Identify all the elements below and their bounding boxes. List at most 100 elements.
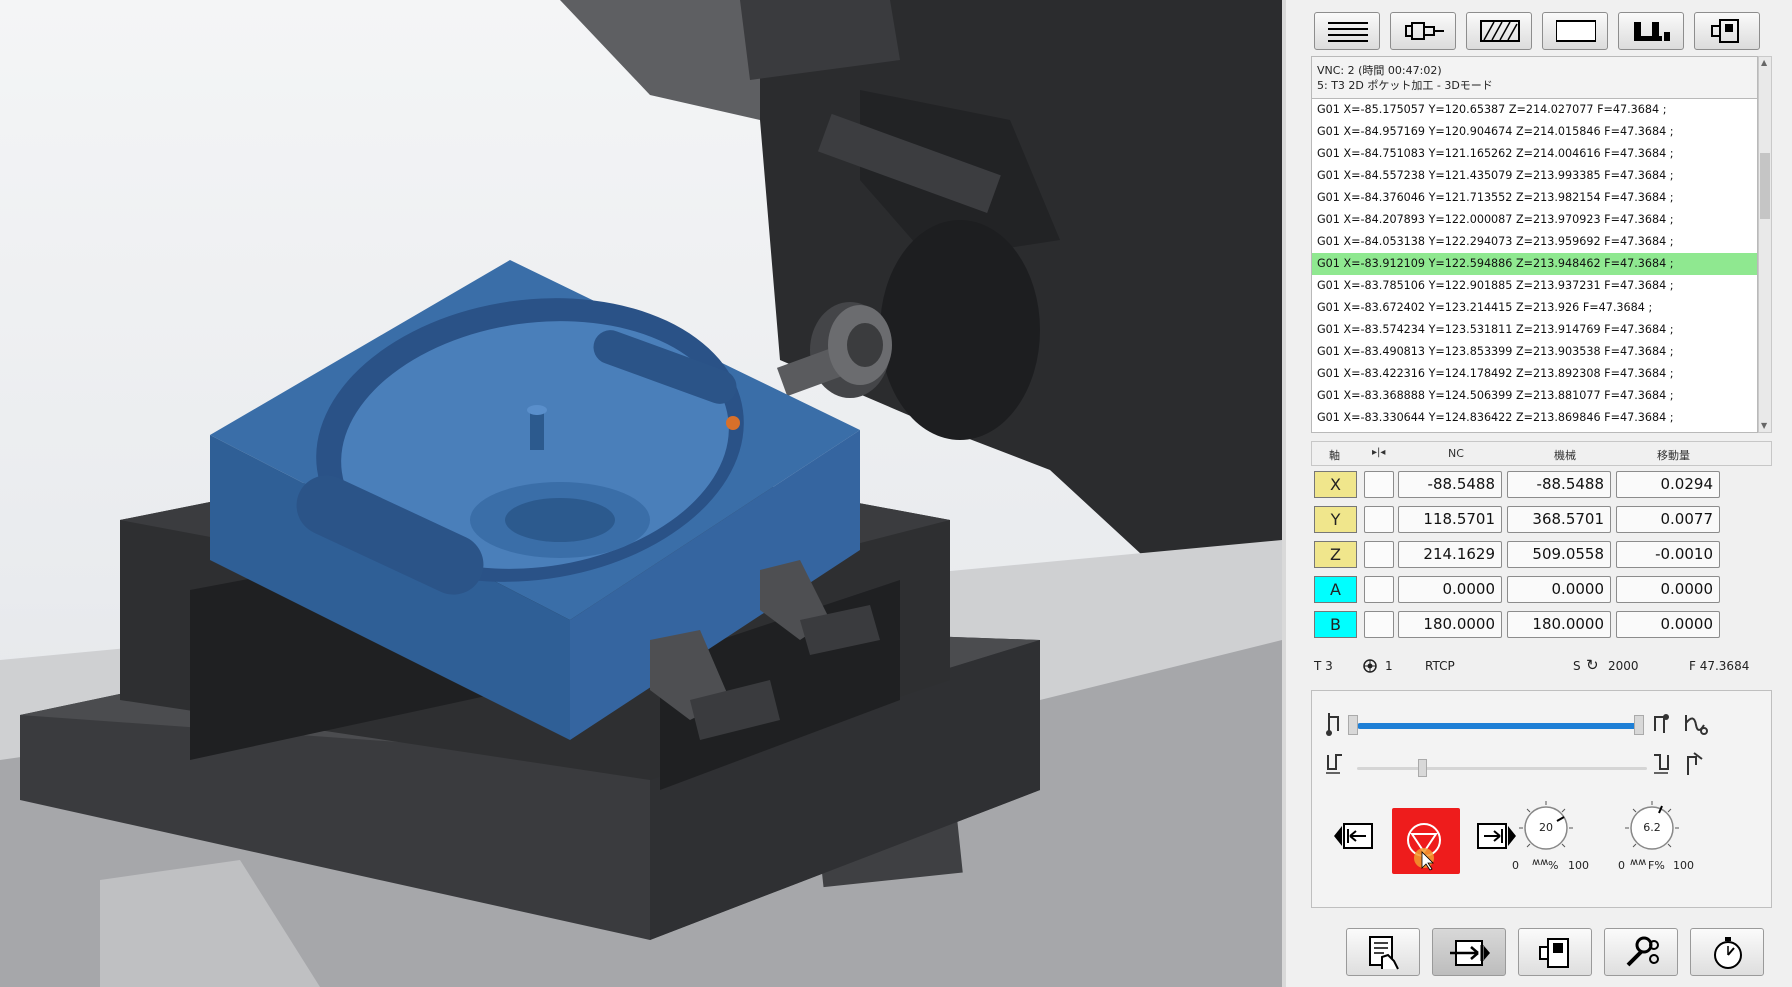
nc-line[interactable]: G01 X=-83.368888 Y=124.506399 Z=213.8810…	[1312, 385, 1757, 407]
work-offset-icon	[1363, 659, 1377, 676]
axis-row-b: B 180.0000 180.0000 0.0000	[1311, 606, 1772, 641]
nc-code-list[interactable]: G01 X=-85.175057 Y=120.65387 Z=214.02707…	[1311, 99, 1758, 433]
fixture-view-button[interactable]	[1618, 12, 1684, 50]
tool-holder-icon	[1405, 22, 1444, 40]
stock-view-button[interactable]	[1466, 12, 1532, 50]
scroll-up-icon[interactable]: ▲	[1761, 58, 1767, 67]
axis-row-x: X -88.5488 -88.5488 0.0294	[1311, 466, 1772, 501]
top-toolbar	[1314, 12, 1774, 52]
run-simulation-button[interactable]	[1432, 928, 1506, 976]
operation-name: 5: T3 2D ポケット加工 - 3Dモード	[1317, 79, 1493, 92]
axis-label[interactable]: Y	[1314, 506, 1357, 533]
speed-knob-max: 100	[1568, 859, 1589, 872]
progress-slider-end-handle[interactable]	[1634, 715, 1644, 735]
axis-table-header: 軸 ▸|◂ NC 機械 移動量	[1311, 441, 1772, 466]
axis-select-checkbox[interactable]	[1364, 506, 1394, 533]
nc-line[interactable]: G01 X=-83.490813 Y=123.853399 Z=213.9035…	[1312, 341, 1757, 363]
stop-button[interactable]	[1392, 808, 1460, 874]
nc-line[interactable]: G01 X=-83.672402 Y=123.214415 Z=213.926 …	[1312, 297, 1757, 319]
simulation-control-panel: 20 0 ʍʍ % 100 6.2 0 ʍʍ F% 100	[1311, 690, 1772, 908]
nc-line[interactable]: G01 X=-84.053138 Y=122.294073 Z=213.9596…	[1312, 231, 1757, 253]
step-start-icon[interactable]	[1324, 711, 1346, 739]
stop-sign-icon	[1407, 823, 1441, 871]
axis-header: 軸	[1329, 449, 1340, 462]
hatched-stock-icon	[1480, 20, 1520, 42]
nc-code-scrollbar[interactable]: ▲ ▼	[1758, 56, 1772, 433]
distance-value: 0.0077	[1616, 506, 1720, 533]
time-analysis-button[interactable]	[1690, 928, 1764, 976]
nc-edit-button[interactable]	[1346, 928, 1420, 976]
machine-icon	[1711, 19, 1739, 43]
nc-line[interactable]: G01 X=-84.957169 Y=120.904674 Z=214.0158…	[1312, 121, 1757, 143]
machine-header: 機械	[1554, 449, 1576, 462]
fast-forward-button[interactable]	[1472, 819, 1516, 853]
nc-line[interactable]: G01 X=-84.557238 Y=121.435079 Z=213.9933…	[1312, 165, 1757, 187]
step-forward-icon[interactable]	[1650, 751, 1672, 777]
machine-value: -88.5488	[1507, 471, 1611, 498]
rectangle-icon	[1556, 20, 1596, 42]
axis-position-table: 軸 ▸|◂ NC 機械 移動量 X -88.5488 -88.5488 0.0294 Y…	[1311, 441, 1772, 641]
distance-value: 0.0000	[1616, 576, 1720, 603]
step-back-icon[interactable]	[1324, 751, 1346, 777]
machine-value: 368.5701	[1507, 506, 1611, 533]
wrench-icon	[1626, 936, 1659, 967]
machine-scene	[0, 0, 1282, 987]
nc-line[interactable]: G01 X=-84.207893 Y=122.000087 Z=213.9709…	[1312, 209, 1757, 231]
spindle-speed: 2000	[1608, 659, 1639, 673]
tool-view-button[interactable]	[1390, 12, 1456, 50]
nc-line-active[interactable]: G01 X=-83.912109 Y=122.594886 Z=213.9484…	[1312, 253, 1757, 275]
speed-knob-value: 20	[1539, 821, 1553, 834]
status-bar: T 3 1 RTCP S ↻ 2000 F 47.3684	[1311, 656, 1772, 677]
lines-icon	[1328, 22, 1368, 42]
machine-view-button[interactable]	[1694, 12, 1760, 50]
axis-row-a: A 0.0000 0.0000 0.0000	[1311, 571, 1772, 606]
axis-label[interactable]: X	[1314, 471, 1357, 498]
pointer-step-icon[interactable]	[1682, 751, 1706, 777]
3d-simulation-viewport[interactable]	[0, 0, 1282, 987]
scroll-down-icon[interactable]: ▼	[1761, 421, 1767, 430]
rewind-button[interactable]	[1334, 819, 1378, 853]
program-status: VNC: 2 (時間 00:47:02)	[1317, 64, 1442, 77]
machine-settings-button[interactable]	[1518, 928, 1592, 976]
loop-icon[interactable]	[1682, 711, 1708, 739]
nc-program-view-button[interactable]	[1314, 12, 1380, 50]
spindle-label: S	[1573, 659, 1581, 673]
axis-select-checkbox[interactable]	[1364, 541, 1394, 568]
machine-value: 509.0558	[1507, 541, 1611, 568]
machine-icon	[1539, 938, 1569, 968]
arrow-into-box-icon	[1450, 940, 1490, 966]
axis-select-checkbox[interactable]	[1364, 471, 1394, 498]
blank-view-button[interactable]	[1542, 12, 1608, 50]
nc-value: 214.1629	[1398, 541, 1502, 568]
position-slider-handle[interactable]	[1418, 759, 1427, 777]
nc-line[interactable]: G01 X=-83.785106 Y=122.901885 Z=213.9372…	[1312, 275, 1757, 297]
tool-number: T 3	[1314, 659, 1333, 673]
distance-value: -0.0010	[1616, 541, 1720, 568]
axis-row-z: Z 214.1629 509.0558 -0.0010	[1311, 536, 1772, 571]
speed-wave-icon: ʍʍ	[1532, 857, 1549, 868]
feed-wave-icon: ʍʍ	[1630, 857, 1647, 868]
nc-line[interactable]: G01 X=-83.574234 Y=123.531811 Z=213.9147…	[1312, 319, 1757, 341]
axis-label[interactable]: B	[1314, 611, 1357, 638]
progress-slider-start-handle[interactable]	[1348, 715, 1358, 735]
axis-label[interactable]: Z	[1314, 541, 1357, 568]
feed-knob-value: 6.2	[1643, 821, 1661, 834]
document-hand-icon	[1369, 936, 1399, 970]
axis-row-y: Y 118.5701 368.5701 0.0077	[1311, 501, 1772, 536]
scroll-thumb[interactable]	[1760, 153, 1770, 219]
nc-line[interactable]: G01 X=-83.422316 Y=124.178492 Z=213.8923…	[1312, 363, 1757, 385]
nc-line[interactable]: G01 X=-83.330644 Y=124.836422 Z=213.8698…	[1312, 407, 1757, 429]
nc-line[interactable]: G01 X=-84.376046 Y=121.713552 Z=213.9821…	[1312, 187, 1757, 209]
axis-rows: X -88.5488 -88.5488 0.0294 Y 118.5701 368.5701…	[1311, 466, 1772, 641]
nc-line[interactable]: G01 X=-85.175057 Y=120.65387 Z=214.02707…	[1312, 99, 1757, 121]
position-slider-track[interactable]	[1357, 767, 1647, 770]
distance-header: 移動量	[1657, 449, 1690, 462]
tool-settings-button[interactable]	[1604, 928, 1678, 976]
axis-select-checkbox[interactable]	[1364, 576, 1394, 603]
axis-label[interactable]: A	[1314, 576, 1357, 603]
feed-knob-max: 100	[1673, 859, 1694, 872]
axis-select-checkbox[interactable]	[1364, 611, 1394, 638]
step-end-icon[interactable]	[1650, 711, 1672, 739]
machine-value: 0.0000	[1507, 576, 1611, 603]
nc-line[interactable]: G01 X=-84.751083 Y=121.165262 Z=214.0046…	[1312, 143, 1757, 165]
